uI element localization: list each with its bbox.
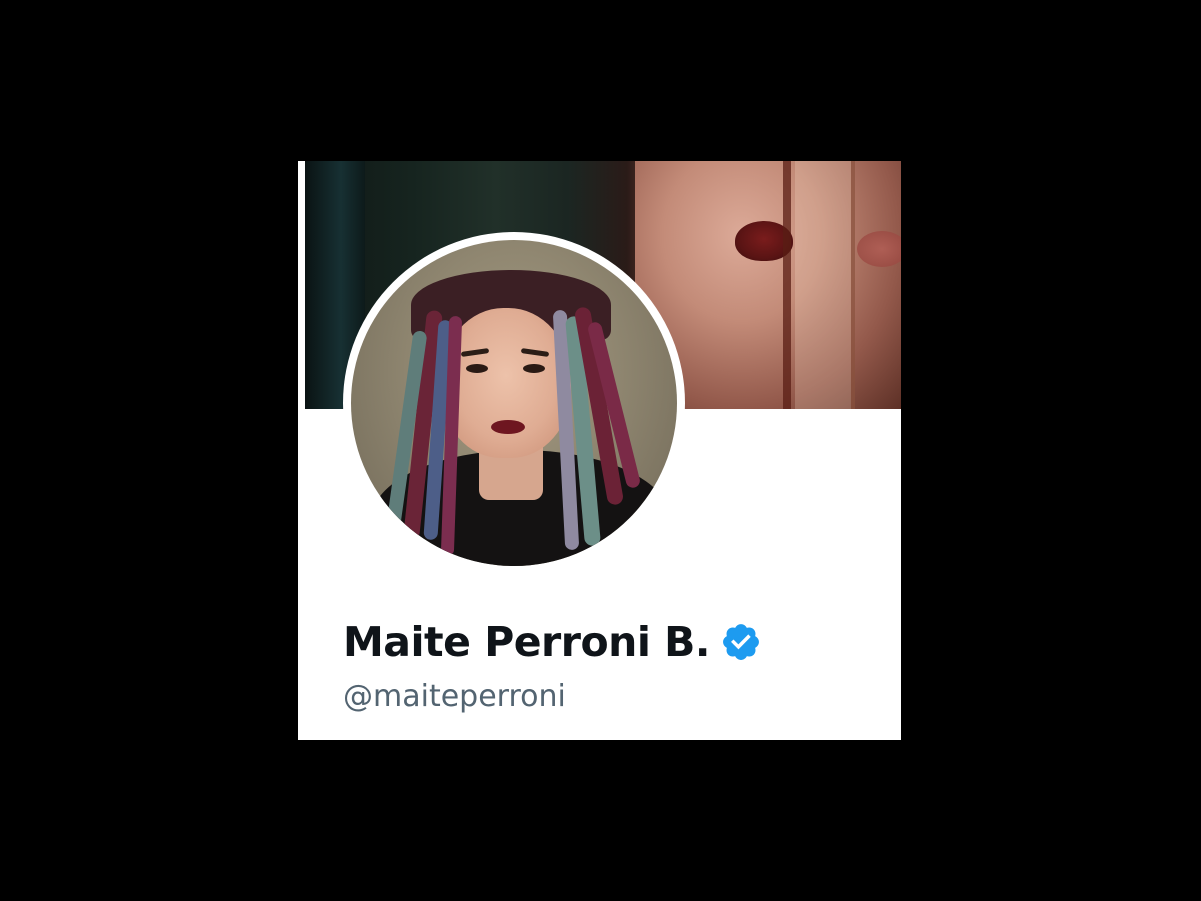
profile-display-name: Maite Perroni B. <box>343 618 711 666</box>
avatar-eye-left <box>466 364 488 373</box>
avatar[interactable] <box>351 240 677 566</box>
avatar-ring <box>343 232 685 574</box>
profile-card: Maite Perroni B. @maiteperroni <box>298 161 901 740</box>
banner-lips-shape-secondary <box>857 231 901 267</box>
banner-panel <box>795 161 855 409</box>
profile-name-row: Maite Perroni B. <box>343 616 762 668</box>
avatar-lips <box>491 420 525 434</box>
profile-handle: @maiteperroni <box>343 679 566 714</box>
banner-stripe <box>851 161 855 409</box>
avatar-eye-right <box>523 364 545 373</box>
verified-badge-icon[interactable] <box>720 621 762 663</box>
banner-stripe <box>783 161 791 409</box>
